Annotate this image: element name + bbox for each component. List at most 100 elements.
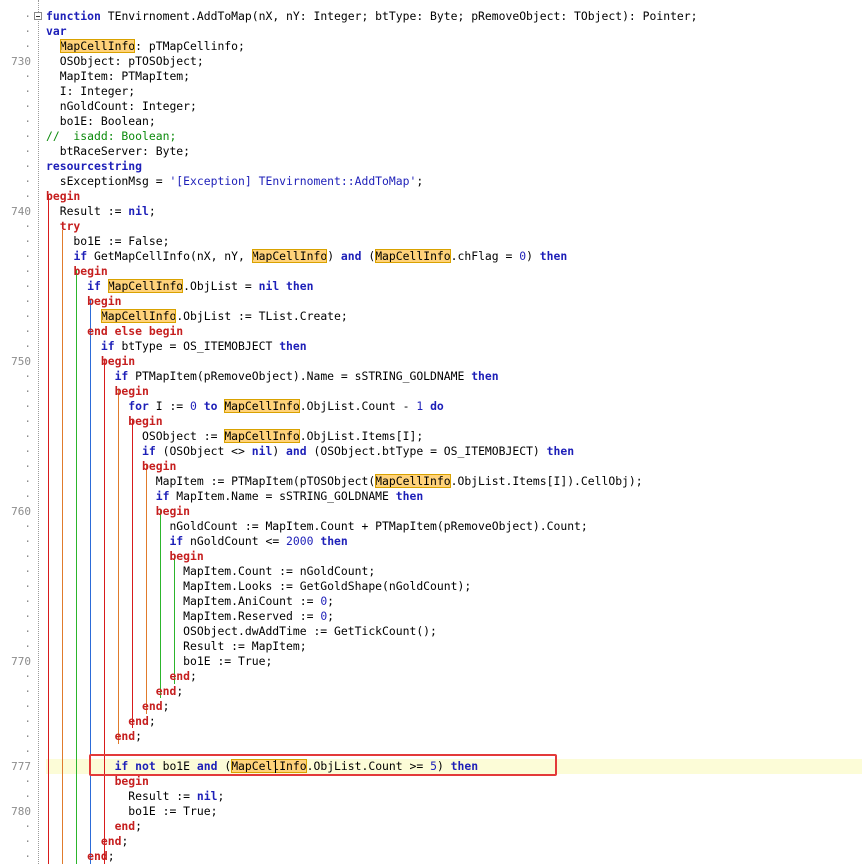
code-token: bo1E := True;: [46, 654, 273, 668]
code-line[interactable]: begin: [46, 384, 149, 399]
code-token: bo1E := True;: [46, 804, 218, 818]
gutter-dot: ·: [24, 280, 31, 293]
code-line[interactable]: MapCellInfo: pTMapCellinfo;: [46, 39, 245, 54]
code-line[interactable]: MapItem := PTMapItem(pTOSObject(MapCellI…: [46, 474, 643, 489]
code-line[interactable]: begin: [46, 504, 190, 519]
code-line[interactable]: bo1E := True;: [46, 804, 217, 819]
code-line[interactable]: sExceptionMsg = '[Exception] TEnvirnomen…: [46, 174, 424, 189]
gutter-dot: ·: [24, 835, 31, 848]
code-token: nGoldCount := MapItem.Count + PTMapItem(…: [46, 519, 588, 533]
code-folding-line: [38, 0, 39, 864]
gutter-dot: ·: [24, 265, 31, 278]
code-line[interactable]: resourcestring: [46, 159, 142, 174]
code-line[interactable]: begin: [46, 774, 149, 789]
code-line[interactable]: OSObject := MapCellInfo.ObjList.Items[I]…: [46, 429, 423, 444]
code-token: if: [114, 369, 129, 383]
code-line[interactable]: if MapItem.Name = sSTRING_GOLDNAME then: [46, 489, 423, 504]
code-token: nil: [128, 204, 149, 218]
code-line[interactable]: if PTMapItem(pRemoveObject).Name = sSTRI…: [46, 369, 499, 384]
code-token: MapItem.Name = sSTRING_GOLDNAME: [169, 489, 396, 503]
code-line[interactable]: end;: [46, 729, 142, 744]
code-line[interactable]: Result := nil;: [46, 789, 224, 804]
gutter-dot: ·: [24, 295, 31, 308]
code-line[interactable]: Result := MapItem;: [46, 639, 307, 654]
code-line[interactable]: begin: [46, 264, 107, 279]
collapse-function-icon[interactable]: [34, 12, 42, 20]
code-line[interactable]: begin: [46, 459, 176, 474]
identifier-highlight: MapCellInfo: [107, 279, 184, 293]
code-line[interactable]: end;: [46, 684, 183, 699]
code-line[interactable]: // isadd: Boolean;: [46, 129, 176, 144]
code-token: bo1E: Boolean;: [46, 114, 156, 128]
gutter-dot: ·: [24, 235, 31, 248]
code-line[interactable]: MapCellInfo.ObjList := TList.Create;: [46, 309, 348, 324]
gutter-dot: ·: [24, 70, 31, 83]
code-line[interactable]: end;: [46, 699, 169, 714]
code-line[interactable]: MapItem.AniCount := 0;: [46, 594, 334, 609]
code-line[interactable]: MapItem.Count := nGoldCount;: [46, 564, 375, 579]
line-number-780: 780: [11, 805, 31, 818]
code-line[interactable]: begin: [46, 189, 80, 204]
code-line[interactable]: if GetMapCellInfo(nX, nY, MapCellInfo) a…: [46, 249, 567, 264]
code-line[interactable]: if (OSObject <> nil) and (OSObject.btTyp…: [46, 444, 574, 459]
code-token: GetMapCellInfo(nX, nY,: [87, 249, 252, 263]
code-token: var: [46, 24, 67, 38]
identifier-highlight: MapCellInfo: [224, 429, 300, 443]
code-line[interactable]: begin: [46, 549, 204, 564]
code-token: ;: [217, 789, 225, 803]
code-line[interactable]: function TEnvirnoment.AddToMap(nX, nY: I…: [46, 9, 698, 24]
code-line[interactable]: I: Integer;: [46, 84, 135, 99]
code-line[interactable]: OSObject: pTOSObject;: [46, 54, 204, 69]
code-line[interactable]: begin: [46, 354, 135, 369]
code-line[interactable]: bo1E := True;: [46, 654, 272, 669]
code-line[interactable]: end else begin: [46, 324, 183, 339]
code-token: ;: [162, 699, 170, 713]
code-line[interactable]: if nGoldCount <= 2000 then: [46, 534, 347, 549]
code-line[interactable]: begin: [46, 414, 162, 429]
code-line[interactable]: Result := nil;: [46, 204, 156, 219]
code-line[interactable]: MapItem: PTMapItem;: [46, 69, 190, 84]
gutter-dot: ·: [24, 580, 31, 593]
gutter-dot: ·: [24, 220, 31, 233]
identifier-highlight: MapCellInfo: [224, 399, 300, 413]
code-token: Result := MapItem;: [46, 639, 307, 653]
code-line[interactable]: bo1E := False;: [46, 234, 169, 249]
code-line[interactable]: end;: [46, 714, 155, 729]
code-token: begin: [114, 384, 149, 398]
code-line[interactable]: end;: [46, 849, 114, 864]
code-token: 0: [190, 399, 197, 413]
code-line[interactable]: var: [46, 24, 67, 39]
code-line[interactable]: MapItem.Reserved := 0;: [46, 609, 334, 624]
code-token: ;: [190, 669, 197, 683]
gutter-dot: ·: [24, 565, 31, 578]
code-line[interactable]: end;: [46, 819, 142, 834]
code-token: begin: [169, 549, 204, 563]
code-token: resourcestring: [46, 159, 143, 173]
gutter-dot: ·: [24, 85, 31, 98]
code-line[interactable]: end;: [46, 834, 128, 849]
code-line[interactable]: nGoldCount := MapItem.Count + PTMapItem(…: [46, 519, 588, 534]
code-line[interactable]: begin: [46, 294, 121, 309]
code-line[interactable]: for I := 0 to MapCellInfo.ObjList.Count …: [46, 399, 444, 414]
code-line[interactable]: if MapCellInfo.ObjList = nil then: [46, 279, 313, 294]
code-line[interactable]: bo1E: Boolean;: [46, 114, 156, 129]
code-line[interactable]: OSObject.dwAddTime := GetTickCount();: [46, 624, 437, 639]
code-line[interactable]: if btType = OS_ITEMOBJECT then: [46, 339, 307, 354]
code-token: bo1E := False;: [46, 234, 170, 248]
code-line[interactable]: btRaceServer: Byte;: [46, 144, 190, 159]
gutter-dot: ·: [24, 385, 31, 398]
code-token: end: [128, 714, 149, 728]
gutter-dot: ·: [24, 745, 31, 758]
code-line[interactable]: MapItem.Looks := GetGoldShape(nGoldCount…: [46, 579, 471, 594]
code-line[interactable]: end;: [46, 669, 197, 684]
code-line[interactable]: try: [46, 219, 81, 234]
code-line[interactable]: nGoldCount: Integer;: [46, 99, 197, 114]
code-token: nGoldCount <=: [183, 534, 287, 548]
code-token: if: [169, 534, 184, 548]
